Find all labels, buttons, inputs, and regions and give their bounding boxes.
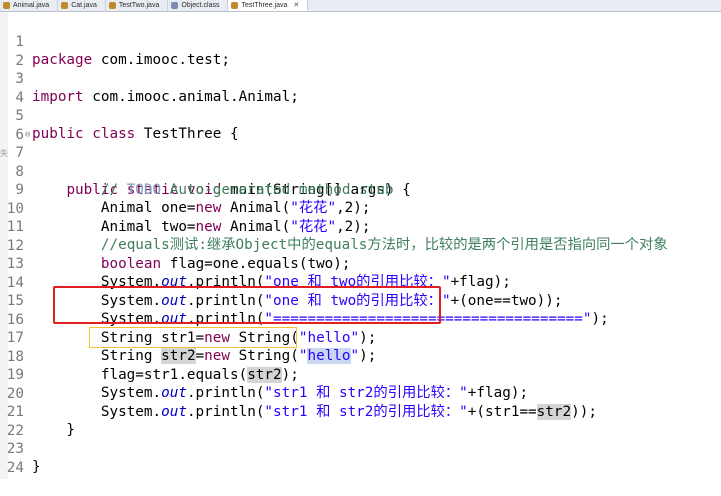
code-line[interactable]: 22 bbox=[0, 403, 721, 439]
code-line[interactable]: 24 bbox=[0, 440, 721, 476]
tab-object-class[interactable]: Object.class bbox=[168, 0, 229, 11]
code-line[interactable]: 13 System.out.println("one 和 two的引用比较："+… bbox=[0, 236, 721, 291]
close-icon[interactable]: ✕ bbox=[293, 1, 299, 9]
tab-testthree-java[interactable]: TestThree.java ✕ bbox=[228, 0, 309, 11]
tab-label: Object.class bbox=[181, 2, 220, 9]
code-line[interactable]: 21 } bbox=[0, 384, 721, 439]
code-line[interactable]: 1 package com.imooc.test; bbox=[0, 14, 721, 69]
code-editor[interactable]: 失 1 package com.imooc.test; 2 3 import c… bbox=[0, 12, 721, 479]
code-line[interactable]: 23 } bbox=[0, 421, 721, 476]
code-line[interactable]: 7 ⊖ public static void main(String[] arg… bbox=[0, 125, 721, 198]
code-line[interactable]: 19 System.out.println("str1 和 str2的引用比较：… bbox=[0, 347, 721, 402]
code-line[interactable]: 5 public class TestThree { bbox=[0, 88, 721, 143]
code-line[interactable]: 8 // TODO Auto-generated method stub bbox=[0, 144, 721, 199]
code-line[interactable]: 20 System.out.println("str1 和 str2的引用比较：… bbox=[0, 366, 721, 421]
tab-cat-java[interactable]: Cat.java bbox=[58, 0, 106, 11]
editor-tab-bar: Animal.java Cat.java TestTwo.java Object… bbox=[0, 0, 721, 12]
code-line[interactable]: 6 bbox=[0, 107, 721, 143]
tab-label: Animal.java bbox=[13, 2, 50, 9]
java-file-icon bbox=[3, 2, 10, 9]
java-file-icon bbox=[61, 2, 69, 9]
code-line[interactable]: 11 //equals测试:继承Object中的equals方法时，比较的是两个… bbox=[0, 199, 721, 254]
red-annotation-box bbox=[53, 286, 441, 324]
code-line[interactable]: 12 boolean flag=one.equals(two); bbox=[0, 218, 721, 273]
code-line[interactable]: 4 bbox=[0, 70, 721, 106]
java-file-icon bbox=[108, 2, 116, 9]
tab-animal-java[interactable]: Animal.java bbox=[0, 0, 59, 11]
yellow-annotation-box bbox=[89, 327, 297, 348]
tab-label: TestThree.java bbox=[241, 1, 288, 9]
code-line[interactable]: 14 System.out.println("one 和 two的引用比较："+… bbox=[0, 255, 721, 310]
code-line[interactable]: 9 Animal one=new Animal("花花",2); bbox=[0, 162, 721, 217]
java-file-icon bbox=[231, 1, 239, 9]
tab-label: Cat.java bbox=[71, 2, 97, 9]
code-line[interactable]: 10 Animal two=new Animal("花花",2); bbox=[0, 181, 721, 236]
code-line[interactable]: 3 import com.imooc.animal.Animal; bbox=[0, 51, 721, 106]
tab-testtwo-java[interactable]: TestTwo.java bbox=[106, 0, 169, 11]
fold-icon[interactable]: ⊖ bbox=[25, 126, 30, 145]
class-file-icon bbox=[171, 2, 179, 9]
tab-label: TestTwo.java bbox=[118, 2, 160, 9]
code-line[interactable]: 2 bbox=[0, 33, 721, 69]
line-number: 24 bbox=[6, 459, 24, 476]
